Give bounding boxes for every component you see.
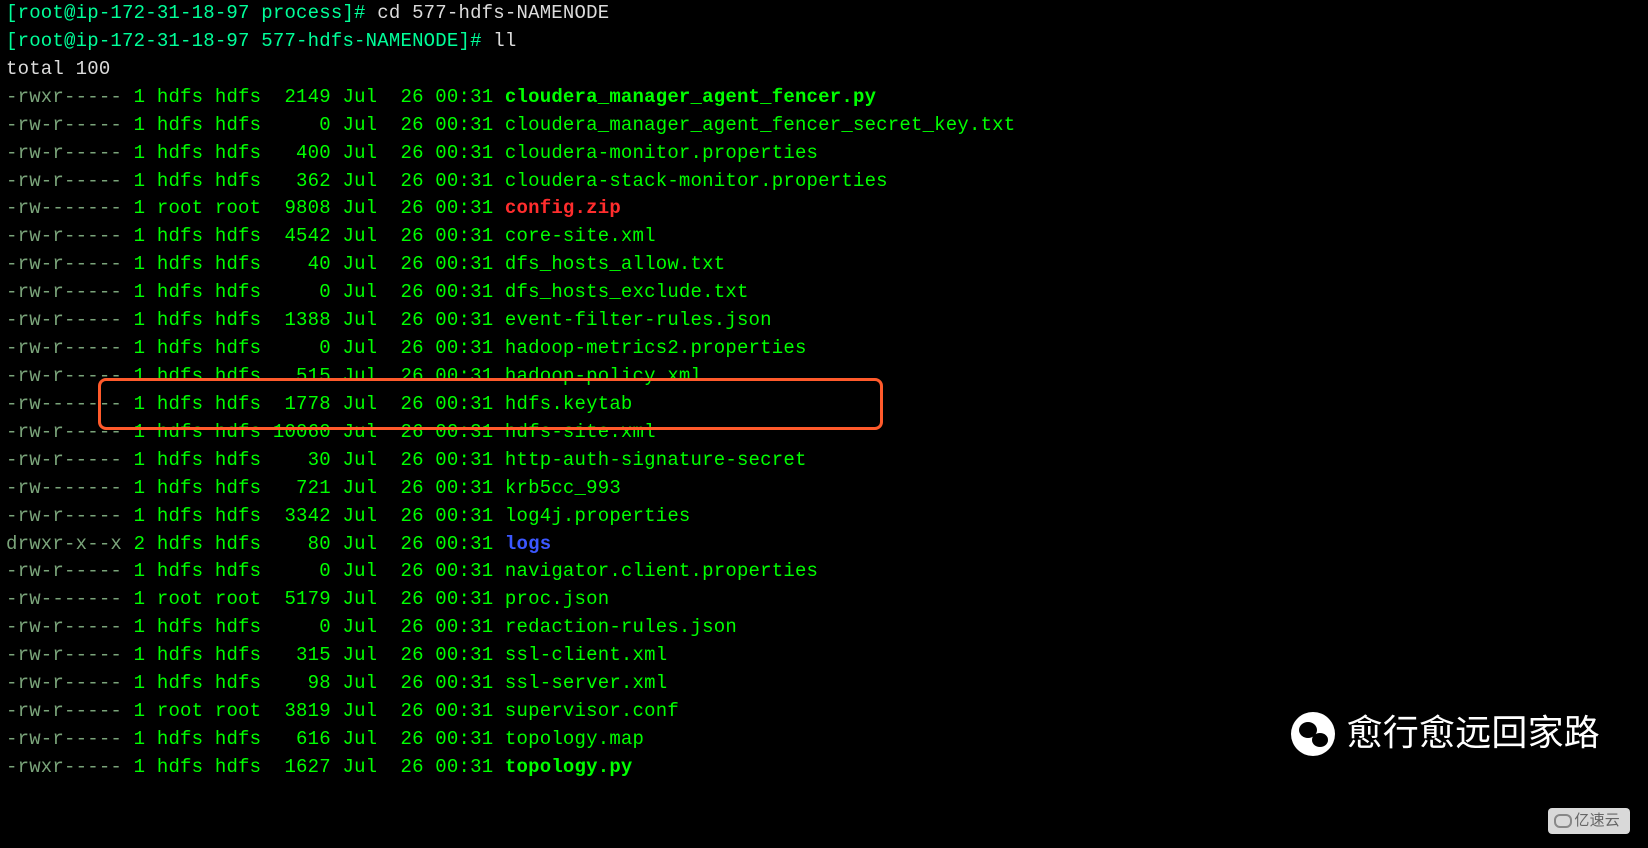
footer-watermark: 亿速云 — [1548, 808, 1630, 834]
footer-text: 亿速云 — [1574, 812, 1620, 829]
terminal-output[interactable]: [root@ip-172-31-18-97 process]# cd 577-h… — [0, 0, 1648, 782]
wechat-text: 愈行愈远回家路 — [1347, 707, 1600, 760]
wechat-icon — [1291, 712, 1335, 756]
wechat-watermark: 愈行愈远回家路 — [1291, 707, 1600, 760]
